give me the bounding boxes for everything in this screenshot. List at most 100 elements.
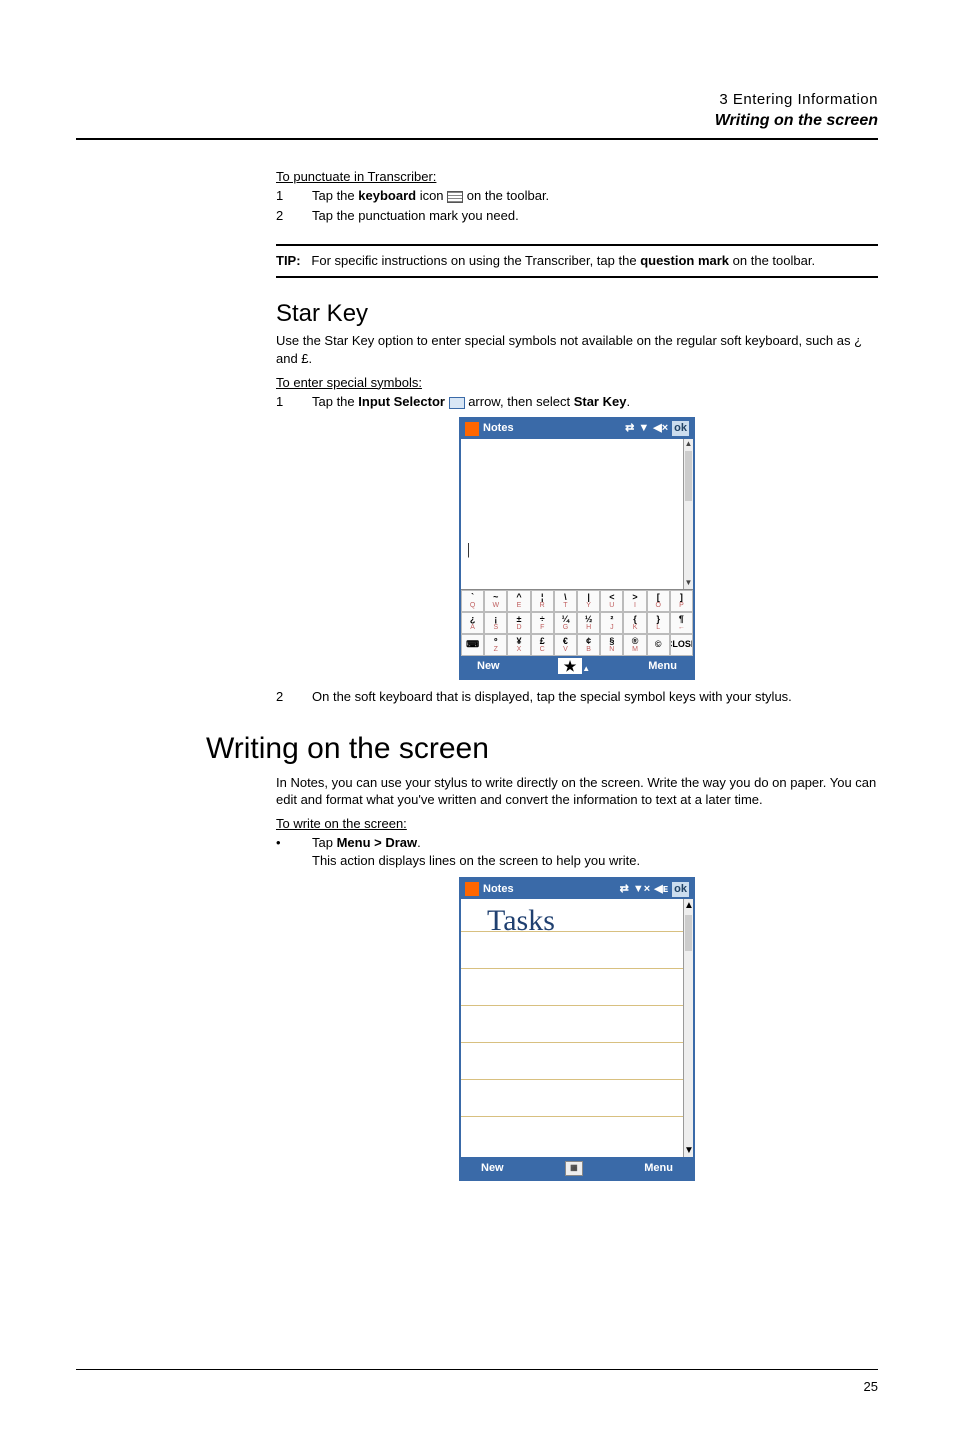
key[interactable]: ±D — [507, 612, 530, 634]
keyword-bold: Input Selector — [358, 394, 445, 409]
start-flag-icon — [465, 422, 479, 436]
device-screenshot-draw: Notes ⇄ ▼× ◀ᴇ ok Tasks ▲ ▼ New ▦ Menu — [459, 877, 695, 1181]
step-number: 2 — [276, 207, 312, 225]
text-cursor: | — [467, 539, 470, 561]
note-area[interactable]: | ▲ ▼ — [461, 439, 693, 589]
keyword-bold: question mark — [640, 253, 729, 268]
key[interactable]: §N — [600, 634, 623, 656]
text-fragment: For specific instructions on using the T… — [311, 253, 640, 268]
key[interactable]: ¦R — [531, 590, 554, 612]
header-section: Writing on the screen — [76, 110, 878, 132]
header-rule — [76, 138, 878, 140]
key[interactable]: [O — [647, 590, 670, 612]
bullet-continuation: This action displays lines on the screen… — [312, 852, 878, 870]
key[interactable]: © — [647, 634, 670, 656]
text-fragment: arrow, then select — [465, 394, 574, 409]
key[interactable]: ²J — [600, 612, 623, 634]
softkey-new[interactable]: New — [477, 659, 500, 674]
key[interactable]: ¥X — [507, 634, 530, 656]
step-text: On the soft keyboard that is displayed, … — [312, 688, 878, 706]
draw-area[interactable]: Tasks ▲ ▼ — [461, 899, 693, 1157]
key[interactable]: >I — [623, 590, 646, 612]
speaker-icon: ◀ᴇ — [654, 882, 668, 897]
key[interactable]: |Y — [577, 590, 600, 612]
star-icon: ★ — [558, 658, 583, 674]
ok-button[interactable]: ok — [672, 421, 689, 436]
key[interactable]: ¶← — [670, 612, 693, 634]
key[interactable]: ¢B — [577, 634, 600, 656]
tip-box: TIP: For specific instructions on using … — [276, 244, 878, 278]
handwriting-sample: Tasks — [487, 901, 555, 942]
footer-rule — [76, 1369, 878, 1370]
key[interactable]: ¡S — [484, 612, 507, 634]
writing-intro: In Notes, you can use your stylus to wri… — [276, 774, 878, 809]
soft-keyboard[interactable]: `Q~W^E¦R\T|Y<U>I[O]P ¿A¡S±D÷F¼G½H²J{K}L¶… — [461, 589, 693, 656]
key[interactable]: `Q — [461, 590, 484, 612]
writing-heading: Writing on the screen — [206, 729, 878, 770]
key[interactable]: ÷F — [531, 612, 554, 634]
scrollbar[interactable]: ▲ ▼ — [683, 899, 693, 1157]
key[interactable]: {K — [623, 612, 646, 634]
device-screenshot-starkey: Notes ⇄ ▼ ◀× ok | ▲ ▼ `Q~W^E¦R\T|Y<U>I[O… — [459, 417, 695, 680]
key[interactable]: ⌨ — [461, 634, 484, 656]
star-intro: Use the Star Key option to enter special… — [276, 332, 878, 367]
scroll-up-icon[interactable]: ▲ — [684, 899, 693, 913]
step-text: Tap the keyboard icon on the toolbar. — [312, 187, 878, 205]
key[interactable]: ]P — [670, 590, 693, 612]
scroll-up-icon[interactable]: ▲ — [684, 439, 693, 450]
key[interactable]: \T — [554, 590, 577, 612]
app-title: Notes — [483, 882, 514, 897]
key[interactable]: ¿A — [461, 612, 484, 634]
scroll-down-icon[interactable]: ▼ — [684, 1144, 693, 1158]
text-fragment: Tap the — [312, 188, 358, 203]
signal-icon: ▼× — [633, 882, 650, 897]
enter-symbols-heading: To enter special symbols: — [276, 374, 878, 392]
text-fragment: on the toolbar. — [463, 188, 549, 203]
text-fragment: . — [417, 835, 421, 850]
key[interactable]: €V — [554, 634, 577, 656]
key[interactable]: ºZ — [484, 634, 507, 656]
key[interactable]: ~W — [484, 590, 507, 612]
key[interactable]: ®M — [623, 634, 646, 656]
text-fragment: Tap — [312, 835, 337, 850]
sync-icon: ⇄ — [620, 882, 629, 897]
keyboard-toggle-icon[interactable]: ▦ — [565, 1161, 583, 1176]
key[interactable]: <U — [600, 590, 623, 612]
key[interactable]: £C — [531, 634, 554, 656]
scrollbar[interactable]: ▲ ▼ — [683, 439, 693, 589]
ok-button[interactable]: ok — [672, 882, 689, 897]
softkey-new[interactable]: New — [481, 1161, 504, 1176]
scroll-thumb[interactable] — [685, 915, 692, 951]
sync-icon: ⇄ — [625, 421, 634, 436]
keyboard-icon — [447, 191, 463, 203]
key[interactable]: ^E — [507, 590, 530, 612]
star-key-heading: Star Key — [276, 298, 878, 330]
key[interactable]: CLOSE — [670, 634, 693, 656]
tip-label: TIP: — [276, 253, 301, 268]
step-text: Tap the punctuation mark you need. — [312, 207, 878, 225]
softkey-menu[interactable]: Menu — [648, 659, 677, 674]
text-fragment: Tap the — [312, 394, 358, 409]
header-chapter: 3 Entering Information — [76, 90, 878, 110]
scroll-thumb[interactable] — [685, 451, 692, 501]
bullet: • — [276, 834, 312, 852]
app-title: Notes — [483, 421, 514, 436]
text-fragment: icon — [416, 188, 447, 203]
write-on-screen-heading: To write on the screen: — [276, 815, 878, 833]
device-softkeys: New ★▲ Menu — [461, 656, 693, 678]
key[interactable]: ¼G — [554, 612, 577, 634]
bullet-text: Tap Menu > Draw. — [312, 834, 421, 852]
step-number: 2 — [276, 688, 312, 706]
key[interactable]: ½H — [577, 612, 600, 634]
signal-icon: ▼ — [638, 421, 649, 436]
device-titlebar: Notes ⇄ ▼ ◀× ok — [461, 419, 693, 439]
punctuate-heading: To punctuate in Transcriber: — [276, 168, 878, 186]
key[interactable]: }L — [647, 612, 670, 634]
text-fragment: on the toolbar. — [729, 253, 815, 268]
speaker-icon: ◀× — [653, 421, 668, 436]
softkey-menu[interactable]: Menu — [644, 1161, 673, 1176]
device-softkeys: New ▦ Menu — [461, 1157, 693, 1179]
softkey-star[interactable]: ★▲ — [558, 657, 590, 676]
page-number: 25 — [864, 1378, 878, 1396]
scroll-down-icon[interactable]: ▼ — [684, 578, 693, 589]
